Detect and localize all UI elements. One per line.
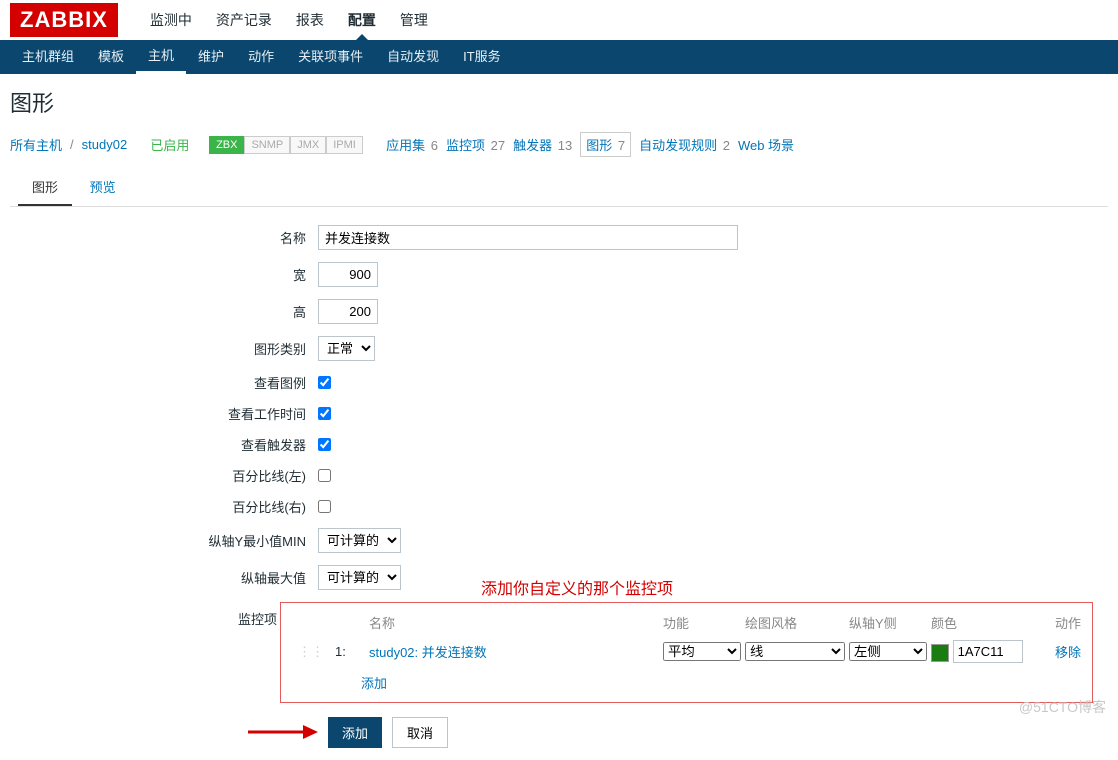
bc-host[interactable]: study02 xyxy=(82,137,128,152)
cancel-button[interactable]: 取消 xyxy=(392,717,448,748)
hdr-action: 动作 xyxy=(1055,613,1115,632)
pright-checkbox[interactable] xyxy=(318,500,331,513)
topnav-reports[interactable]: 报表 xyxy=(284,0,336,40)
bc-graphs-sel: 图形 7 xyxy=(580,132,631,157)
bc-discovery[interactable]: 自动发现规则 xyxy=(639,138,717,153)
bc-triggers[interactable]: 触发器 xyxy=(513,138,552,153)
color-input[interactable] xyxy=(953,640,1023,663)
bc-apps-count: 6 xyxy=(431,138,438,153)
width-input[interactable] xyxy=(318,262,378,287)
color-swatch[interactable] xyxy=(931,644,949,662)
subnav-hosts[interactable]: 主机 xyxy=(136,40,186,74)
lbl-name: 名称 xyxy=(10,228,318,247)
content-tabs: 图形 预览 xyxy=(10,169,1108,207)
bc-triggers-count: 13 xyxy=(558,138,572,153)
lbl-type: 图形类别 xyxy=(10,339,318,358)
lbl-triggers: 查看触发器 xyxy=(10,435,318,454)
worktime-checkbox[interactable] xyxy=(318,407,331,420)
row-color xyxy=(931,640,1051,663)
hdr-color: 颜色 xyxy=(931,613,1051,632)
watermark: @51CTO博客 xyxy=(1019,697,1106,717)
lbl-legend: 查看图例 xyxy=(10,373,318,392)
badge-jmx: JMX xyxy=(290,136,326,154)
badge-zbx: ZBX xyxy=(209,136,244,154)
add-button[interactable]: 添加 xyxy=(328,717,382,748)
hdr-name: 名称 xyxy=(369,613,659,632)
row-func-select[interactable]: 平均 xyxy=(663,642,741,661)
hdr-draw: 绘图风格 xyxy=(745,613,845,632)
bc-discovery-count: 2 xyxy=(723,138,730,153)
bc-graphs-count: 7 xyxy=(618,138,625,153)
items-header: 名称 功能 绘图风格 纵轴Y侧 颜色 动作 xyxy=(291,609,1082,636)
topnav-inventory[interactable]: 资产记录 xyxy=(204,0,284,40)
row-idx: 1: xyxy=(335,644,365,659)
subnav-hostgroups[interactable]: 主机群组 xyxy=(10,40,86,74)
subnav-maintenance[interactable]: 维护 xyxy=(186,40,236,74)
badge-ipmi: IPMI xyxy=(326,136,363,154)
lbl-height: 高 xyxy=(10,302,318,321)
row-remove[interactable]: 移除 xyxy=(1055,642,1115,661)
lbl-pleft: 百分比线(左) xyxy=(10,466,318,485)
subnav-correlation[interactable]: 关联项事件 xyxy=(286,40,375,74)
items-label: 监控项 xyxy=(221,609,277,628)
bc-web[interactable]: Web 场景 xyxy=(738,138,794,153)
legend-checkbox[interactable] xyxy=(318,376,331,389)
bc-allhosts[interactable]: 所有主机 xyxy=(10,135,62,154)
drag-handle-icon[interactable]: ⋮⋮ xyxy=(291,644,331,660)
ymin-select[interactable]: 可计算的 xyxy=(318,528,401,553)
annotation-text: 添加你自定义的那个监控项 xyxy=(481,575,673,599)
bc-graphs[interactable]: 图形 xyxy=(586,138,612,153)
triggers-checkbox[interactable] xyxy=(318,438,331,451)
row-yside-select[interactable]: 左侧 xyxy=(849,642,927,661)
badge-snmp: SNMP xyxy=(244,136,290,154)
bc-apps[interactable]: 应用集 xyxy=(386,138,425,153)
hdr-yside: 纵轴Y侧 xyxy=(849,613,927,632)
bc-sep: / xyxy=(70,137,74,152)
subnav-templates[interactable]: 模板 xyxy=(86,40,136,74)
tab-graph[interactable]: 图形 xyxy=(18,169,72,206)
item-row: ⋮⋮ 1: study02: 并发连接数 平均 线 左侧 移除 xyxy=(291,636,1082,667)
subnav-itservices[interactable]: IT服务 xyxy=(451,40,513,74)
button-row: 添加 取消 xyxy=(328,717,1108,748)
height-input[interactable] xyxy=(318,299,378,324)
logo: ZABBIX xyxy=(10,3,118,37)
topnav-config[interactable]: 配置 xyxy=(336,0,388,40)
subnav-actions[interactable]: 动作 xyxy=(236,40,286,74)
items-add-link[interactable]: 添加 xyxy=(361,676,387,691)
row-itemname[interactable]: study02: 并发连接数 xyxy=(369,642,659,661)
name-input[interactable] xyxy=(318,225,738,250)
top-nav: ZABBIX 监测中 资产记录 报表 配置 管理 xyxy=(0,0,1118,40)
pleft-checkbox[interactable] xyxy=(318,469,331,482)
topnav-admin[interactable]: 管理 xyxy=(388,0,440,40)
ymax-select[interactable]: 可计算的 xyxy=(318,565,401,590)
lbl-pright: 百分比线(右) xyxy=(10,497,318,516)
breadcrumb: 所有主机 / study02 已启用 ZBX SNMP JMX IPMI 应用集… xyxy=(10,132,1108,157)
bc-items-count: 27 xyxy=(491,138,505,153)
lbl-width: 宽 xyxy=(10,265,318,284)
lbl-ymin: 纵轴Y最小值MIN xyxy=(10,531,318,550)
lbl-ymax: 纵轴最大值 xyxy=(10,568,318,587)
topnav-monitor[interactable]: 监测中 xyxy=(138,0,204,40)
page-title: 图形 xyxy=(10,86,1108,118)
avail-badges: ZBX SNMP JMX IPMI xyxy=(209,136,363,154)
arrow-icon xyxy=(248,721,318,743)
bc-items[interactable]: 监控项 xyxy=(446,138,485,153)
items-box: 添加你自定义的那个监控项 监控项 名称 功能 绘图风格 纵轴Y侧 颜色 动作 ⋮… xyxy=(280,602,1093,703)
lbl-worktime: 查看工作时间 xyxy=(10,404,318,423)
bc-enabled: 已启用 xyxy=(150,135,189,154)
subnav-discovery[interactable]: 自动发现 xyxy=(375,40,451,74)
tab-preview[interactable]: 预览 xyxy=(76,169,130,204)
hdr-func: 功能 xyxy=(663,613,741,632)
row-draw-select[interactable]: 线 xyxy=(745,642,845,661)
sub-nav: 主机群组 模板 主机 维护 动作 关联项事件 自动发现 IT服务 xyxy=(0,40,1118,74)
type-select[interactable]: 正常 xyxy=(318,336,375,361)
